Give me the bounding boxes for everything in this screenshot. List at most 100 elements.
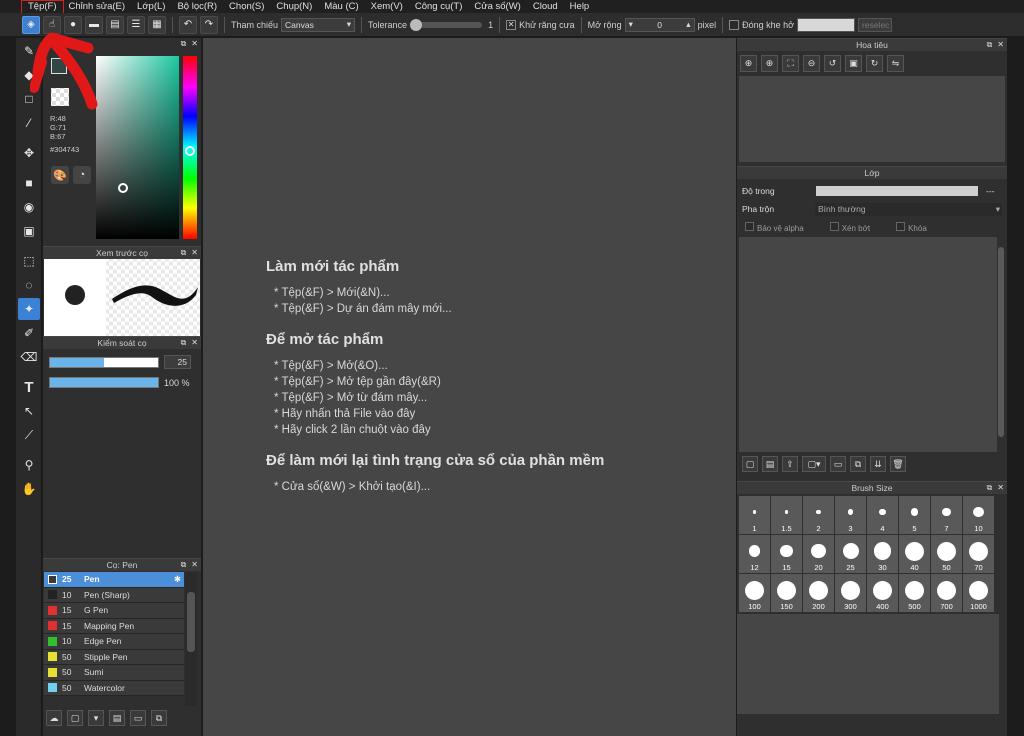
reselect-button[interactable]: reselec: [858, 17, 893, 32]
clip-checkbox[interactable]: [829, 222, 839, 231]
canvas-area[interactable]: Làm mới tác phẩm * Tệp(&F) > Mới(&N)... …: [203, 38, 736, 736]
brush-size-bar[interactable]: [49, 356, 159, 368]
brush-list-scrollbar[interactable]: [185, 572, 197, 706]
tolerance-slider[interactable]: [410, 18, 483, 31]
eyedropper-icon[interactable]: ⚲: [18, 454, 40, 476]
pen-tool-icon[interactable]: ✎: [18, 40, 40, 62]
close-gap-checkbox[interactable]: [729, 19, 740, 30]
gear-icon[interactable]: ✱: [174, 574, 181, 585]
reference-select[interactable]: Canvas ▾: [281, 17, 356, 32]
text-tool-icon[interactable]: T: [18, 376, 40, 398]
list-icon[interactable]: ☰: [127, 15, 145, 34]
flip-icon[interactable]: ⇋: [887, 55, 904, 72]
brush-size-cell[interactable]: 40: [899, 535, 930, 573]
navigator-view[interactable]: [739, 76, 1005, 162]
popout-icon[interactable]: ⧉: [181, 248, 187, 258]
menu-help[interactable]: Help: [564, 1, 596, 13]
lock-checkbox[interactable]: [896, 222, 906, 231]
protect-alpha-option[interactable]: Bảo vệ alpha: [745, 222, 804, 233]
blend-mode-select[interactable]: Bình thường ▾: [814, 202, 1002, 216]
brush-size-cell[interactable]: 300: [835, 574, 866, 612]
brush-item[interactable]: 10 Edge Pen: [44, 634, 184, 650]
brush-type-icon[interactable]: ▾: [88, 710, 104, 726]
scrollbar-thumb[interactable]: [998, 247, 1004, 437]
more-icon[interactable]: ---: [986, 186, 995, 196]
menu-view[interactable]: Xem(V): [365, 1, 409, 13]
brush-item[interactable]: 50 Stipple Pen: [44, 649, 184, 665]
color-history-icon[interactable]: ◔: [73, 166, 91, 184]
layer-list-scrollbar[interactable]: [997, 237, 1005, 452]
brush-size-cell[interactable]: 30: [867, 535, 898, 573]
hand-select-icon[interactable]: ☝: [43, 15, 61, 34]
brush-item[interactable]: 10 Pen (Sharp): [44, 587, 184, 603]
brush-size-cell[interactable]: 10: [963, 496, 994, 534]
speech-bubble-icon[interactable]: ●: [64, 15, 82, 34]
menu-filter[interactable]: Bộ lọc(R): [171, 1, 223, 13]
brush-size-scrollbar[interactable]: [999, 614, 1007, 714]
brush-size-cell[interactable]: 400: [867, 574, 898, 612]
expand-stepper[interactable]: ▾ 0 ▴: [624, 17, 695, 32]
menu-window[interactable]: Cửa số(W): [468, 1, 526, 13]
brush-size-cell[interactable]: 25: [835, 535, 866, 573]
menu-cloud[interactable]: Cloud: [527, 1, 564, 13]
import-layer-icon[interactable]: ⇪: [782, 456, 798, 472]
brush-size-cell[interactable]: 200: [803, 574, 834, 612]
popout-icon[interactable]: ⧉: [181, 39, 187, 49]
color-picker-cursor[interactable]: [118, 183, 128, 193]
close-icon[interactable]: ✕: [997, 40, 1004, 50]
hue-knob[interactable]: [185, 146, 195, 156]
chevron-up-icon[interactable]: ▴: [686, 19, 690, 30]
brush-size-cell[interactable]: 700: [931, 574, 962, 612]
fit-icon[interactable]: ⛶: [782, 55, 799, 72]
menu-select[interactable]: Chọn(S): [223, 1, 270, 13]
magic-wand-icon[interactable]: ✦: [18, 298, 40, 320]
zoom-in-icon[interactable]: ⊕: [740, 55, 757, 72]
select-eraser-icon[interactable]: ⌫: [18, 346, 40, 368]
popout-icon[interactable]: ⧉: [987, 483, 993, 493]
new-brush-icon[interactable]: ▢: [67, 710, 83, 726]
close-icon[interactable]: ✕: [191, 248, 198, 258]
brush-size-cell[interactable]: 2: [803, 496, 834, 534]
clip-option[interactable]: Xén bớt: [829, 222, 870, 233]
saturation-value-picker[interactable]: [96, 56, 179, 239]
rotate-left-icon[interactable]: ↺: [824, 55, 841, 72]
brush-item[interactable]: 15 Mapping Pen: [44, 618, 184, 634]
reset-view-icon[interactable]: ▣: [845, 55, 862, 72]
operation-tool-icon[interactable]: ↖: [18, 400, 40, 422]
popout-icon[interactable]: ⧉: [181, 338, 187, 348]
brush-size-value[interactable]: 25: [164, 355, 191, 369]
brush-size-cell[interactable]: 3: [835, 496, 866, 534]
brush-size-cell[interactable]: 12: [739, 535, 770, 573]
rect-select-icon[interactable]: ⬚: [18, 250, 40, 272]
menu-layer[interactable]: Lớp(L): [131, 1, 171, 13]
menu-tools[interactable]: Công cụ(T): [409, 1, 469, 13]
undo-icon[interactable]: ↶: [179, 15, 197, 34]
brush-settings-icon[interactable]: ▤: [109, 710, 125, 726]
lasso-select-icon[interactable]: ◌: [18, 274, 40, 296]
brush-size-cell[interactable]: 50: [931, 535, 962, 573]
brush-size-cell[interactable]: 7: [931, 496, 962, 534]
transparent-color-swatch[interactable]: [51, 88, 69, 106]
rotate-right-icon[interactable]: ↻: [866, 55, 883, 72]
antialias-checkbox[interactable]: ✕: [506, 19, 517, 30]
brush-size-cell[interactable]: 1: [739, 496, 770, 534]
fill-rect-icon[interactable]: ■: [18, 172, 40, 194]
brush-size-cell[interactable]: 15: [771, 535, 802, 573]
menu-color[interactable]: Màu (C): [318, 1, 364, 13]
layer-folder-icon[interactable]: ▭: [830, 456, 846, 472]
brush-item[interactable]: 50 Watercolor: [44, 680, 184, 696]
lock-option[interactable]: Khóa: [896, 222, 927, 233]
hue-slider[interactable]: [183, 56, 197, 239]
protect-alpha-checkbox[interactable]: [745, 222, 754, 231]
brush-size-cell[interactable]: 150: [771, 574, 802, 612]
brush-folder-icon[interactable]: ▭: [130, 710, 146, 726]
select-pen-icon[interactable]: ✐: [18, 322, 40, 344]
move-tool-icon[interactable]: ✥: [18, 142, 40, 164]
zoom-in-alt-icon[interactable]: ⊕: [761, 55, 778, 72]
brush-tool-icon[interactable]: ⁄: [18, 112, 40, 134]
new-layer-icon[interactable]: ▢: [742, 456, 758, 472]
brush-size-cell[interactable]: 70: [963, 535, 994, 573]
fill-pen-icon[interactable]: ◆: [18, 64, 40, 86]
popout-icon[interactable]: ⧉: [987, 40, 993, 50]
redo-icon[interactable]: ↷: [200, 15, 218, 34]
